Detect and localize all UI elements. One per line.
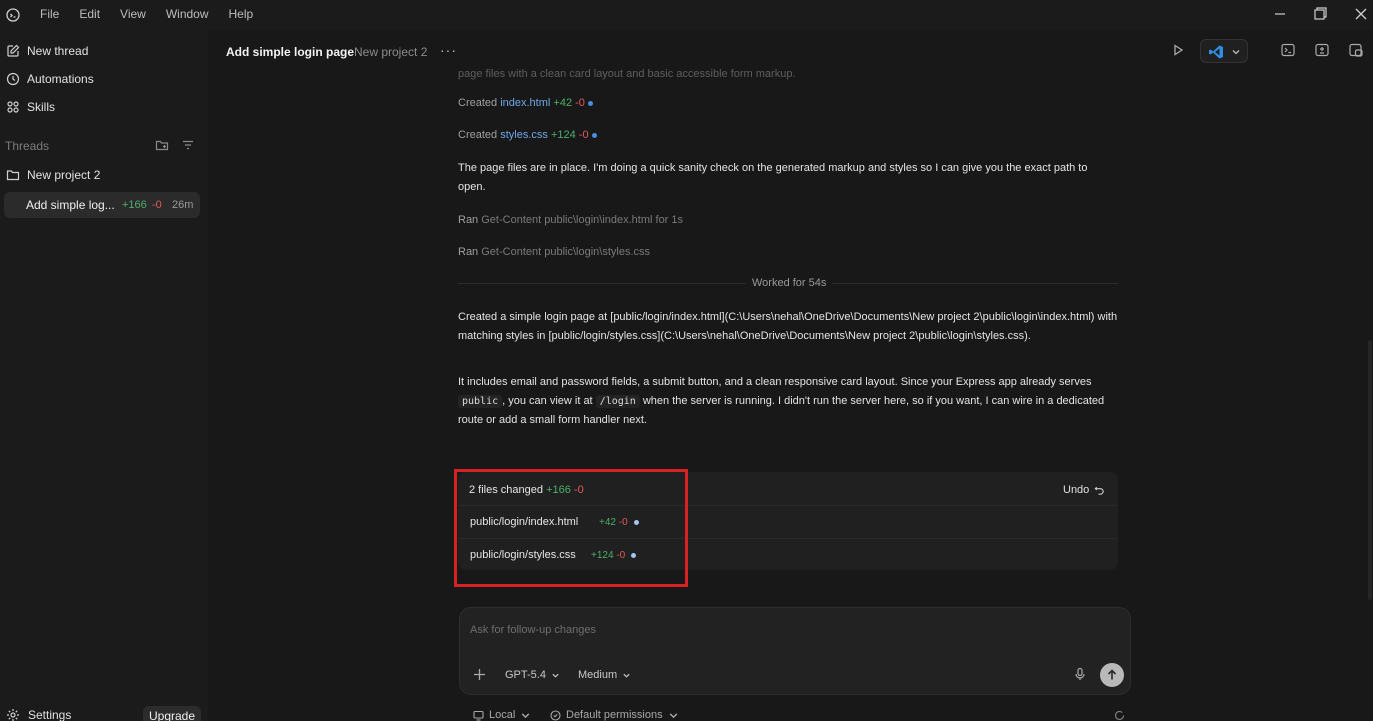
plus-icon[interactable]: [473, 668, 486, 681]
menu-file[interactable]: File: [40, 7, 59, 21]
changed-file-name: public/login/styles.css: [470, 549, 576, 561]
microphone-icon[interactable]: [1073, 667, 1087, 681]
clock-icon: [6, 72, 20, 86]
unsaved-dot: [631, 552, 637, 558]
thread-title: Add simple log...: [26, 198, 115, 212]
chevron-down-icon: [521, 712, 530, 718]
summary-message: Created a simple login page at [public/l…: [458, 311, 1118, 342]
clipped-message: page files with a clean card layout and …: [458, 68, 796, 80]
changes-summary[interactable]: 2 files changed +166 -0: [469, 484, 584, 496]
vscode-icon: [1209, 45, 1223, 59]
inline-code: /login: [595, 395, 640, 408]
permissions-select[interactable]: Default permissions: [550, 709, 679, 721]
environment-select[interactable]: Local: [473, 709, 531, 721]
skills-icon: [7, 101, 19, 113]
minimize-icon[interactable]: [1270, 4, 1290, 24]
threads-heading: Threads: [5, 139, 50, 153]
gear-icon: [7, 709, 19, 721]
thread-additions: +166: [122, 199, 147, 211]
new-folder-icon[interactable]: [155, 138, 169, 152]
file-link-index[interactable]: index.html: [500, 97, 550, 109]
open-in-vscode-button[interactable]: [1200, 39, 1248, 63]
header-project: New project 2: [354, 45, 428, 59]
shield-icon: [550, 709, 561, 721]
unsaved-dot: [587, 100, 593, 106]
close-icon[interactable]: [1351, 4, 1371, 24]
sidebar-item-skills[interactable]: Skills: [6, 97, 55, 117]
unsaved-dot: [633, 519, 639, 525]
composer: GPT-5.4 Medium: [459, 607, 1131, 695]
arrow-up-icon: [1107, 669, 1117, 680]
menu-edit[interactable]: Edit: [79, 7, 100, 21]
created-index-row: Created index.html +42 -0: [458, 97, 593, 109]
settings-button[interactable]: Settings: [6, 708, 71, 721]
sidebar-item-label: New thread: [27, 44, 89, 58]
chevron-down-icon: [1232, 50, 1240, 55]
sidebar-item-label: Skills: [27, 100, 56, 114]
scrollbar[interactable]: [1368, 340, 1372, 600]
project-label: New project 2: [27, 168, 101, 182]
page-title: Add simple login page: [226, 45, 355, 59]
title-bar: File Edit View Window Help: [0, 0, 1373, 30]
model-select[interactable]: GPT-5.4: [505, 669, 560, 681]
loading-icon: [1114, 710, 1125, 721]
maximize-icon[interactable]: [1310, 4, 1330, 24]
unsaved-dot: [591, 132, 597, 138]
thread-age: 26m: [172, 199, 194, 211]
ran-command-row[interactable]: Ran Get-Content public\login\styles.css: [458, 246, 650, 258]
ran-command-row[interactable]: Ran Get-Content public\login\index.html …: [458, 214, 683, 226]
filter-icon[interactable]: [181, 138, 195, 152]
settings-label: Settings: [28, 708, 72, 721]
detail-message: It includes email and password fields, a…: [458, 376, 1105, 426]
inline-code: public: [458, 395, 503, 408]
copy-window-icon[interactable]: [1348, 42, 1364, 58]
diff-panel-icon[interactable]: [1314, 42, 1330, 58]
folder-icon: [6, 170, 20, 181]
more-options-button[interactable]: ···: [440, 42, 457, 58]
menu-help[interactable]: Help: [229, 7, 254, 21]
changes-card: 2 files changed +166 -0 Undo public/logi…: [458, 472, 1118, 570]
sidebar-item-new-thread[interactable]: New thread: [6, 41, 88, 61]
changed-file-row[interactable]: public/login/index.html +42 -0: [458, 505, 1118, 537]
thread-item[interactable]: Add simple log... +166 -0 26m: [4, 192, 200, 218]
undo-button[interactable]: Undo: [1063, 484, 1105, 496]
app-logo-icon[interactable]: [5, 7, 21, 23]
changed-file-name: public/login/index.html: [470, 516, 579, 528]
project-folder[interactable]: New project 2: [6, 168, 100, 182]
monitor-icon: [473, 710, 484, 721]
terminal-icon[interactable]: [1280, 42, 1296, 58]
undo-icon: [1094, 486, 1104, 495]
chevron-down-icon: [669, 712, 677, 718]
worked-duration[interactable]: Worked for 54s: [746, 277, 833, 289]
follow-up-input[interactable]: [470, 621, 1110, 639]
chevron-down-icon: [552, 673, 559, 678]
menu-view[interactable]: View: [120, 7, 146, 21]
file-link-styles[interactable]: styles.css: [500, 129, 548, 141]
menu-bar: File Edit View Window Help: [40, 7, 273, 21]
upgrade-button[interactable]: Upgrade: [143, 706, 201, 721]
created-styles-row: Created styles.css +124 -0: [458, 129, 597, 141]
main-panel: Add simple login page New project 2 ··· …: [208, 30, 1373, 721]
chevron-down-icon: [623, 673, 630, 678]
changed-file-row[interactable]: public/login/styles.css +124 -0: [458, 538, 1118, 570]
thread-deletions: -0: [152, 199, 162, 211]
menu-window[interactable]: Window: [166, 7, 209, 21]
run-icon[interactable]: [1170, 42, 1186, 58]
effort-select[interactable]: Medium: [578, 669, 631, 681]
status-message: The page files are in place. I'm doing a…: [458, 162, 1088, 193]
sidebar-item-label: Automations: [27, 72, 94, 86]
new-thread-icon: [7, 44, 20, 57]
sidebar-item-automations[interactable]: Automations: [6, 69, 94, 89]
send-button[interactable]: [1100, 663, 1124, 687]
sidebar: New thread Automations Skills Threads Ne…: [0, 30, 208, 721]
